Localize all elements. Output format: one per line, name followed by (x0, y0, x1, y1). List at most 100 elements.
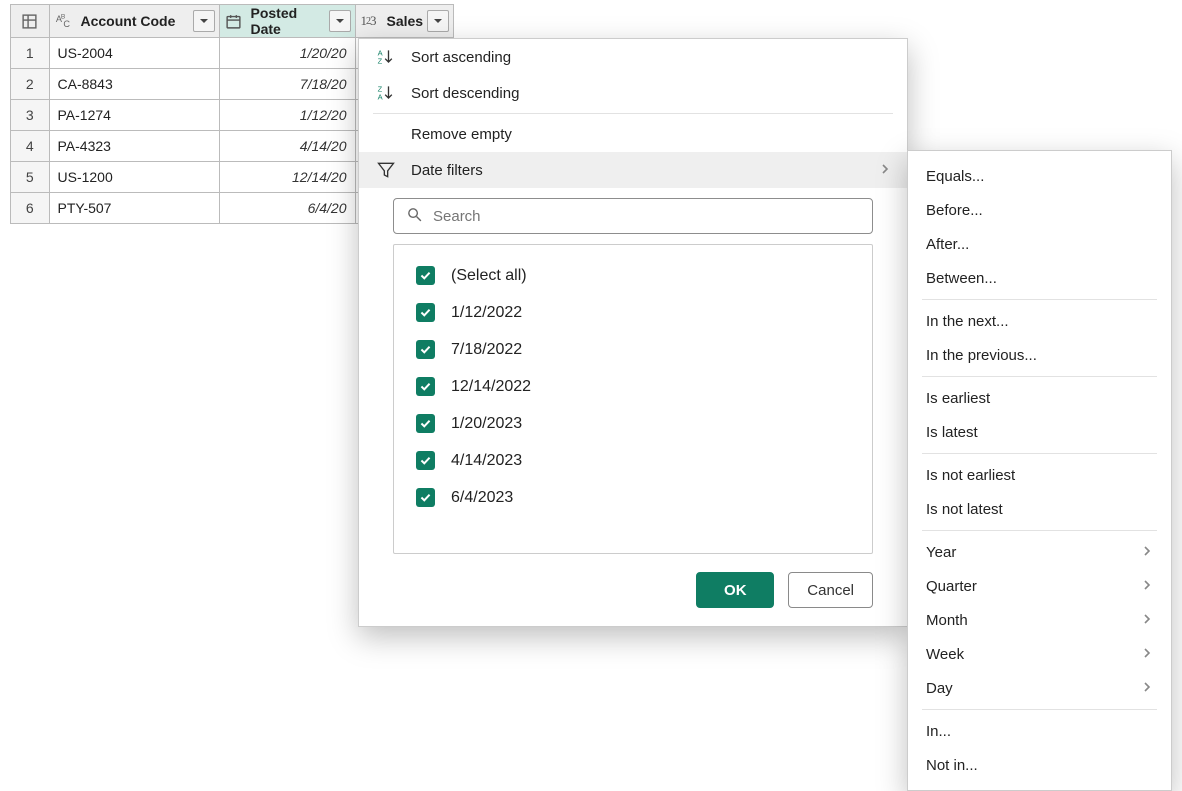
filter-day[interactable]: Day (908, 671, 1171, 705)
cell-account-code[interactable]: CA-8843 (49, 69, 219, 100)
filter-in[interactable]: In... (908, 714, 1171, 748)
cell-posted-date[interactable]: 4/14/20 (219, 131, 355, 162)
sort-descending-item[interactable]: ZA Sort descending (359, 75, 907, 111)
row-number: 6 (11, 193, 49, 224)
filter-is-latest[interactable]: Is latest (908, 415, 1171, 449)
sub-label: Week (926, 646, 964, 663)
cell-account-code[interactable]: PTY-507 (49, 193, 219, 224)
cell-posted-date[interactable]: 1/12/20 (219, 100, 355, 131)
text-type-icon: ACB (55, 11, 77, 31)
date-filters-item[interactable]: Date filters (359, 152, 907, 188)
search-box[interactable] (393, 198, 873, 234)
date-type-icon (225, 13, 247, 30)
separator (922, 453, 1157, 454)
filter-not-in[interactable]: Not in... (908, 748, 1171, 782)
column-filter-button[interactable] (427, 10, 449, 32)
svg-text:Z: Z (378, 57, 383, 66)
value-row[interactable]: 4/14/2023 (394, 442, 872, 479)
filter-is-earliest[interactable]: Is earliest (908, 381, 1171, 415)
checkbox-checked-icon[interactable] (416, 377, 435, 396)
filter-between[interactable]: Between... (908, 261, 1171, 295)
cell-account-code[interactable]: PA-1274 (49, 100, 219, 131)
cancel-button[interactable]: Cancel (788, 572, 873, 608)
value-row[interactable]: 6/4/2023 (394, 479, 872, 516)
checkbox-checked-icon[interactable] (416, 266, 435, 285)
row-number: 3 (11, 100, 49, 131)
chevron-right-icon (1141, 544, 1153, 561)
cell-posted-date[interactable]: 12/14/20 (219, 162, 355, 193)
row-number: 5 (11, 162, 49, 193)
sort-desc-icon: ZA (375, 83, 397, 103)
table-icon (11, 5, 49, 37)
checkbox-checked-icon[interactable] (416, 488, 435, 507)
value-label: 7/18/2022 (451, 341, 522, 359)
checkbox-checked-icon[interactable] (416, 414, 435, 433)
cell-account-code[interactable]: PA-4323 (49, 131, 219, 162)
button-label: Cancel (807, 582, 854, 599)
sub-label: In the previous... (926, 347, 1037, 364)
column-filter-button[interactable] (193, 10, 215, 32)
column-header-posted-date[interactable]: Posted Date (219, 5, 355, 38)
cell-posted-date[interactable]: 7/18/20 (219, 69, 355, 100)
row-number: 2 (11, 69, 49, 100)
select-all-row[interactable]: (Select all) (394, 257, 872, 294)
filter-year[interactable]: Year (908, 535, 1171, 569)
cell-posted-date[interactable]: 6/4/20 (219, 193, 355, 224)
remove-empty-item[interactable]: Remove empty (359, 116, 907, 152)
column-filter-button[interactable] (329, 10, 351, 32)
sub-label: Not in... (926, 757, 978, 774)
filter-is-not-earliest[interactable]: Is not earliest (908, 458, 1171, 492)
sort-ascending-item[interactable]: AZ Sort ascending (359, 39, 907, 75)
filter-month[interactable]: Month (908, 603, 1171, 637)
column-header-account-code[interactable]: ACB Account Code (49, 5, 219, 38)
filter-after[interactable]: After... (908, 227, 1171, 261)
values-list: (Select all) 1/12/2022 7/18/2022 12/14/2… (393, 244, 873, 554)
search-icon (406, 206, 423, 226)
filter-week[interactable]: Week (908, 637, 1171, 671)
cell-account-code[interactable]: US-1200 (49, 162, 219, 193)
filter-icon (375, 160, 397, 180)
filter-equals[interactable]: Equals... (908, 159, 1171, 193)
cell-account-code[interactable]: US-2004 (49, 38, 219, 69)
checkbox-checked-icon[interactable] (416, 340, 435, 359)
chevron-right-icon (1141, 680, 1153, 697)
separator (922, 709, 1157, 710)
filter-is-not-latest[interactable]: Is not latest (908, 492, 1171, 526)
column-label: Sales (387, 13, 424, 29)
sub-label: Between... (926, 270, 997, 287)
separator (373, 113, 893, 114)
sub-label: Quarter (926, 578, 977, 595)
sub-label: Is latest (926, 424, 978, 441)
sub-label: Month (926, 612, 968, 629)
menu-label: Date filters (411, 162, 483, 179)
checkbox-checked-icon[interactable] (416, 303, 435, 322)
sub-label: Is not earliest (926, 467, 1015, 484)
value-row[interactable]: 12/14/2022 (394, 368, 872, 405)
value-label: 12/14/2022 (451, 378, 531, 396)
sub-label: Day (926, 680, 953, 697)
row-number: 1 (11, 38, 49, 69)
cell-posted-date[interactable]: 1/20/20 (219, 38, 355, 69)
filter-quarter[interactable]: Quarter (908, 569, 1171, 603)
filter-in-the-previous[interactable]: In the previous... (908, 338, 1171, 372)
value-label: 4/14/2023 (451, 452, 522, 470)
filter-before[interactable]: Before... (908, 193, 1171, 227)
select-all-corner[interactable] (11, 5, 49, 38)
value-label: 6/4/2023 (451, 489, 513, 507)
sub-label: In the next... (926, 313, 1009, 330)
value-row[interactable]: 1/12/2022 (394, 294, 872, 331)
filter-in-the-next[interactable]: In the next... (908, 304, 1171, 338)
value-label: (Select all) (451, 267, 527, 285)
separator (922, 530, 1157, 531)
value-row[interactable]: 7/18/2022 (394, 331, 872, 368)
column-header-sales[interactable]: 123 Sales (355, 5, 454, 38)
chevron-right-icon (1141, 612, 1153, 629)
sub-label: Is not latest (926, 501, 1003, 518)
value-row[interactable]: 1/20/2023 (394, 405, 872, 442)
menu-label: Remove empty (411, 126, 512, 143)
checkbox-checked-icon[interactable] (416, 451, 435, 470)
column-label: Account Code (81, 13, 189, 29)
sub-label: Is earliest (926, 390, 990, 407)
search-input[interactable] (433, 208, 860, 225)
ok-button[interactable]: OK (696, 572, 774, 608)
